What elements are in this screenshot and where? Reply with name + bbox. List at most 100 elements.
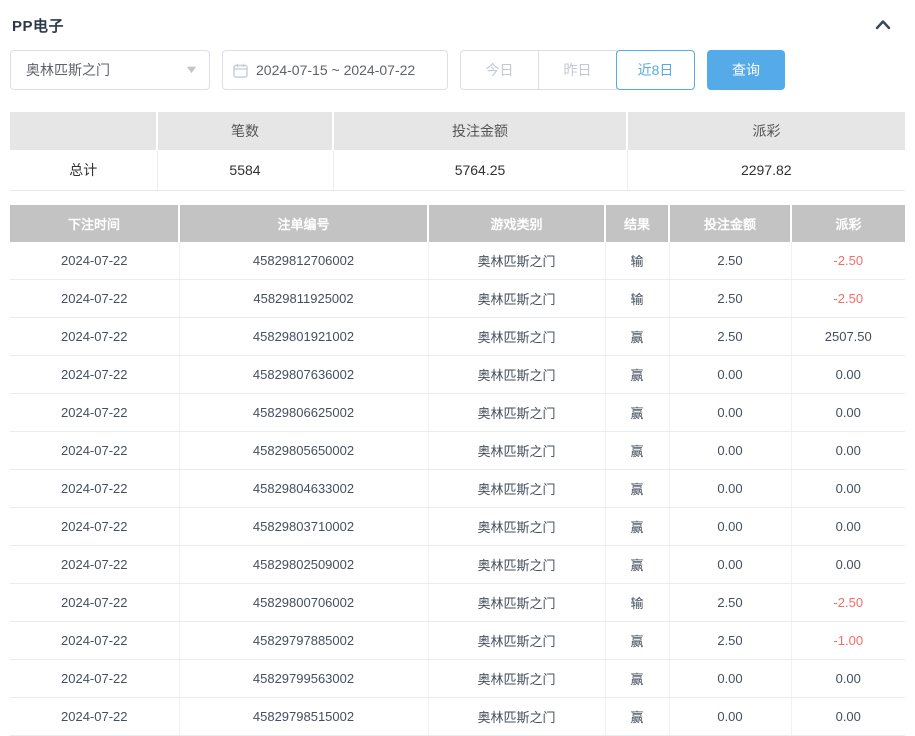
cell-result: 赢 — [605, 546, 669, 584]
cell-bet-id: 45829806625002 — [179, 394, 428, 432]
pp-electronic-panel: PP电子 奥林匹斯之门 ▼ 2024-07-15 ~ 2024-07-22 今日… — [0, 0, 915, 736]
col-bet-amount: 投注金额 — [669, 205, 791, 242]
cell-game-type: 奥林匹斯之门 — [428, 584, 605, 622]
cell-payout: 0.00 — [791, 508, 905, 546]
cell-bet-time: 2024-07-22 — [10, 356, 179, 394]
cell-game-type: 奥林匹斯之门 — [428, 698, 605, 736]
col-bet-id: 注单编号 — [179, 205, 428, 242]
summary-col-blank — [10, 112, 157, 150]
cell-result: 赢 — [605, 356, 669, 394]
cell-bet-id: 45829799563002 — [179, 660, 428, 698]
summary-total-payout: 2297.82 — [627, 150, 905, 190]
summary-col-count: 笔数 — [157, 112, 333, 150]
cell-bet-amount: 0.00 — [669, 546, 791, 584]
cell-payout: 0.00 — [791, 698, 905, 736]
chevron-up-icon — [873, 15, 893, 35]
panel-header: PP电子 — [0, 0, 915, 38]
game-select-value: 奥林匹斯之门 — [26, 60, 110, 80]
cell-game-type: 奥林匹斯之门 — [428, 622, 605, 660]
cell-bet-time: 2024-07-22 — [10, 508, 179, 546]
cell-bet-id: 45829801921002 — [179, 318, 428, 356]
cell-game-type: 奥林匹斯之门 — [428, 470, 605, 508]
chevron-down-icon: ▼ — [184, 64, 199, 76]
cell-game-type: 奥林匹斯之门 — [428, 508, 605, 546]
cell-result: 赢 — [605, 622, 669, 660]
filter-bar: 奥林匹斯之门 ▼ 2024-07-15 ~ 2024-07-22 今日 昨日 近… — [10, 50, 905, 90]
col-bet-time: 下注时间 — [10, 205, 179, 242]
cell-payout: 0.00 — [791, 432, 905, 470]
table-row: 2024-07-22 45829805650002 奥林匹斯之门 赢 0.00 … — [10, 432, 905, 470]
cell-payout: 0.00 — [791, 660, 905, 698]
col-payout: 派彩 — [791, 205, 905, 242]
cell-result: 赢 — [605, 432, 669, 470]
table-row: 2024-07-22 45829797885002 奥林匹斯之门 赢 2.50 … — [10, 622, 905, 660]
table-row: 2024-07-22 45829806625002 奥林匹斯之门 赢 0.00 … — [10, 394, 905, 432]
cell-payout: -1.00 — [791, 622, 905, 660]
cell-result: 输 — [605, 584, 669, 622]
cell-bet-amount: 2.50 — [669, 242, 791, 280]
cell-game-type: 奥林匹斯之门 — [428, 318, 605, 356]
last-8-days-button[interactable]: 近8日 — [616, 50, 695, 90]
cell-bet-amount: 2.50 — [669, 622, 791, 660]
cell-result: 赢 — [605, 394, 669, 432]
summary-total-count: 5584 — [157, 150, 333, 190]
table-row: 2024-07-22 45829812706002 奥林匹斯之门 输 2.50 … — [10, 242, 905, 280]
cell-payout: 0.00 — [791, 356, 905, 394]
table-row: 2024-07-22 45829807636002 奥林匹斯之门 赢 0.00 … — [10, 356, 905, 394]
col-result: 结果 — [605, 205, 669, 242]
date-range-picker[interactable]: 2024-07-15 ~ 2024-07-22 — [222, 50, 448, 90]
query-button[interactable]: 查询 — [707, 50, 785, 90]
bet-table-header-row: 下注时间 注单编号 游戏类别 结果 投注金额 派彩 — [10, 205, 905, 242]
cell-game-type: 奥林匹斯之门 — [428, 660, 605, 698]
cell-bet-id: 45829807636002 — [179, 356, 428, 394]
cell-bet-time: 2024-07-22 — [10, 470, 179, 508]
cell-game-type: 奥林匹斯之门 — [428, 356, 605, 394]
cell-result: 赢 — [605, 660, 669, 698]
calendar-icon — [233, 63, 248, 78]
cell-bet-amount: 2.50 — [669, 318, 791, 356]
table-row: 2024-07-22 45829803710002 奥林匹斯之门 赢 0.00 … — [10, 508, 905, 546]
table-row: 2024-07-22 45829801921002 奥林匹斯之门 赢 2.50 … — [10, 318, 905, 356]
cell-payout: 0.00 — [791, 394, 905, 432]
cell-bet-time: 2024-07-22 — [10, 546, 179, 584]
cell-bet-id: 45829802509002 — [179, 546, 428, 584]
cell-bet-time: 2024-07-22 — [10, 318, 179, 356]
cell-bet-amount: 0.00 — [669, 698, 791, 736]
cell-bet-id: 45829804633002 — [179, 470, 428, 508]
cell-bet-amount: 0.00 — [669, 394, 791, 432]
yesterday-button[interactable]: 昨日 — [538, 50, 617, 90]
cell-result: 输 — [605, 242, 669, 280]
cell-bet-id: 45829798515002 — [179, 698, 428, 736]
cell-bet-amount: 0.00 — [669, 508, 791, 546]
summary-header-row: 笔数 投注金额 派彩 — [10, 112, 905, 150]
cell-payout: 0.00 — [791, 470, 905, 508]
summary-col-payout: 派彩 — [627, 112, 905, 150]
panel-title: PP电子 — [12, 15, 64, 36]
table-row: 2024-07-22 45829804633002 奥林匹斯之门 赢 0.00 … — [10, 470, 905, 508]
cell-game-type: 奥林匹斯之门 — [428, 546, 605, 584]
table-row: 2024-07-22 45829811925002 奥林匹斯之门 输 2.50 … — [10, 280, 905, 318]
cell-bet-time: 2024-07-22 — [10, 242, 179, 280]
cell-bet-time: 2024-07-22 — [10, 432, 179, 470]
collapse-button[interactable] — [873, 15, 893, 35]
summary-col-bet-amount: 投注金额 — [333, 112, 627, 150]
cell-bet-amount: 2.50 — [669, 280, 791, 318]
game-select[interactable]: 奥林匹斯之门 ▼ — [10, 50, 210, 90]
cell-game-type: 奥林匹斯之门 — [428, 242, 605, 280]
cell-bet-amount: 0.00 — [669, 432, 791, 470]
bet-records-table: 下注时间 注单编号 游戏类别 结果 投注金额 派彩 2024-07-22 458… — [10, 205, 905, 736]
quick-range-group: 今日 昨日 近8日 — [460, 50, 695, 90]
cell-bet-time: 2024-07-22 — [10, 280, 179, 318]
cell-bet-time: 2024-07-22 — [10, 622, 179, 660]
cell-game-type: 奥林匹斯之门 — [428, 280, 605, 318]
cell-payout: -2.50 — [791, 584, 905, 622]
cell-game-type: 奥林匹斯之门 — [428, 432, 605, 470]
cell-result: 输 — [605, 280, 669, 318]
today-button[interactable]: 今日 — [460, 50, 539, 90]
cell-bet-id: 45829797885002 — [179, 622, 428, 660]
cell-bet-amount: 2.50 — [669, 584, 791, 622]
summary-total-row: 总计 5584 5764.25 2297.82 — [10, 150, 905, 190]
cell-bet-time: 2024-07-22 — [10, 394, 179, 432]
cell-bet-id: 45829803710002 — [179, 508, 428, 546]
table-row: 2024-07-22 45829800706002 奥林匹斯之门 输 2.50 … — [10, 584, 905, 622]
